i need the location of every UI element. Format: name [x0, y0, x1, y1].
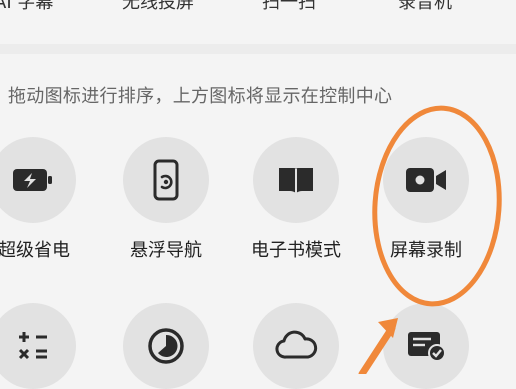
tile-label-scan[interactable]: 扫一扫	[262, 0, 316, 14]
tile-screen-recording[interactable]	[383, 137, 469, 223]
tile-label-ai-subtitle[interactable]: AI 字幕	[0, 0, 53, 14]
tile-label-wireless-cast[interactable]: 无线投屏	[122, 0, 194, 14]
top-row: AI 字幕 无线投屏 扫一扫 录音机	[0, 0, 516, 36]
screen-record-icon	[404, 165, 448, 195]
cloud-icon	[274, 330, 318, 362]
tile-label-ebook-mode: 电子书模式	[251, 240, 341, 261]
timer-icon	[146, 326, 186, 366]
section-divider	[0, 44, 516, 54]
ebook-icon	[276, 164, 316, 196]
tile-calculator[interactable]	[0, 303, 76, 389]
card-check-icon	[405, 329, 447, 363]
tile-card-check[interactable]	[383, 303, 469, 389]
tile-label-floating-navigation: 悬浮导航	[130, 240, 202, 261]
tile-label-screen-recording: 屏幕录制	[390, 240, 462, 261]
tile-super-power-saving[interactable]	[0, 137, 76, 223]
tile-cloud[interactable]	[253, 303, 339, 389]
tile-label-super-power-saving: 超级省电	[0, 240, 70, 261]
tile-timer[interactable]	[123, 303, 209, 389]
tile-ebook-mode[interactable]	[253, 137, 339, 223]
tile-label-recorder[interactable]: 录音机	[398, 0, 452, 14]
tile-floating-navigation[interactable]	[123, 137, 209, 223]
calculator-icon	[15, 328, 51, 364]
sort-hint-text: 拖动图标进行排序，上方图标将显示在控制中心	[8, 86, 393, 107]
floating-navigation-icon	[151, 159, 181, 201]
battery-saver-icon	[11, 165, 55, 195]
